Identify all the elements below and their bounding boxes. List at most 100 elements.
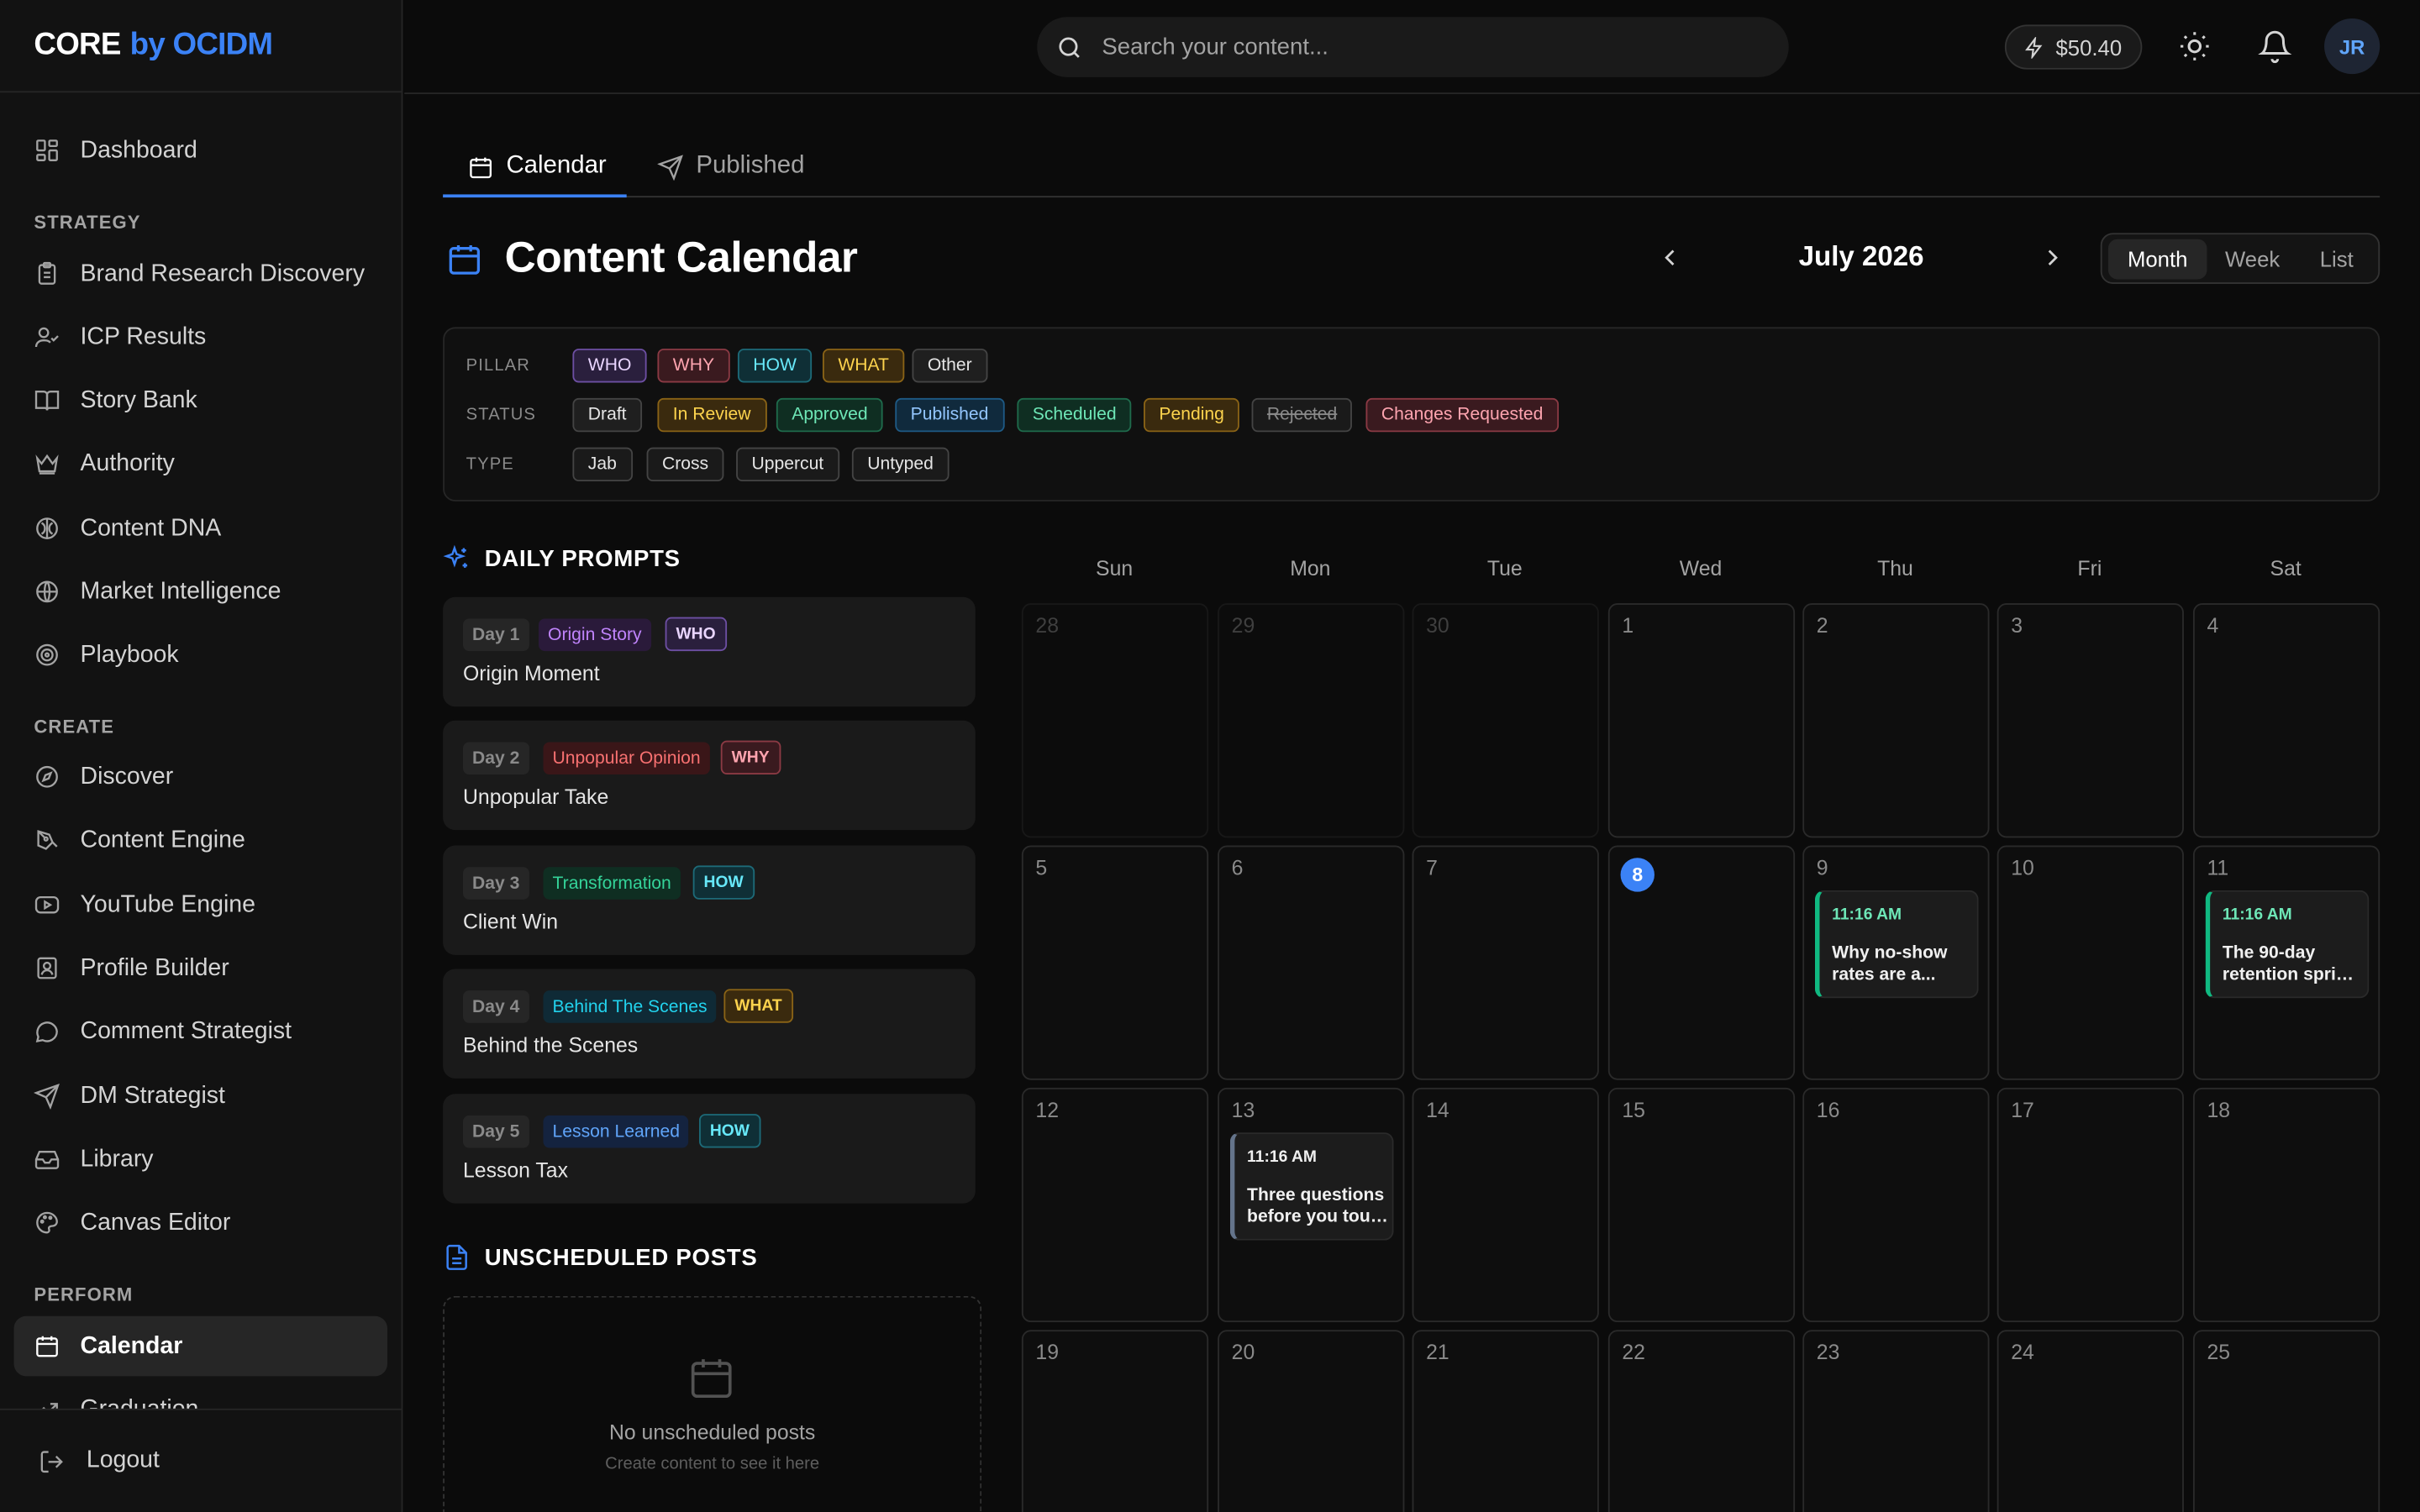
calendar-day-cell[interactable]: 18 — [2192, 1087, 2381, 1323]
calendar-event[interactable]: 11:16 AM Three questions before you touc.… — [1229, 1132, 1394, 1241]
day-number: 7 — [1426, 856, 1438, 879]
sun-icon[interactable] — [2178, 29, 2212, 63]
sidebar-item-dashboard[interactable]: Dashboard — [14, 120, 387, 181]
calendar-day-cell[interactable]: 13 11:16 AM Three questions before you to… — [1218, 1087, 1405, 1323]
filter-type-uppercut[interactable]: Uppercut — [736, 447, 839, 482]
calendar-day-cell[interactable]: 17 — [1996, 1087, 2184, 1323]
filter-pillar-why[interactable]: WHY — [657, 349, 730, 383]
chevron-left-icon[interactable] — [1656, 244, 1684, 271]
sidebar-item-content-engine[interactable]: Content Engine — [14, 810, 387, 870]
filter-type-cross[interactable]: Cross — [646, 447, 724, 482]
view-month-button[interactable]: Month — [2107, 239, 2207, 280]
calendar-day-cell[interactable]: 29 — [1218, 603, 1405, 838]
view-toggle: Month Week List — [2100, 233, 2381, 284]
calendar-day-cell[interactable]: 7 — [1412, 845, 1599, 1080]
calendar-day-cell[interactable]: 2 — [1802, 603, 1990, 838]
sidebar-item-icp-results[interactable]: ICP Results — [14, 307, 387, 368]
calendar-icon — [449, 245, 481, 275]
sidebar-item-graduation[interactable]: Graduation — [14, 1379, 387, 1409]
prompt-card[interactable]: Day 2 Unpopular Opinion WHY Unpopular Ta… — [443, 720, 976, 831]
calendar-day-cell[interactable]: 11 11:16 AM The 90-day retention sprint..… — [2192, 845, 2381, 1080]
daily-prompts-title: DAILY PROMPTS — [484, 546, 681, 573]
sidebar-item-brand-research[interactable]: Brand Research Discovery — [14, 244, 387, 304]
tab-calendar[interactable]: Calendar — [468, 136, 607, 197]
target-icon — [36, 643, 58, 666]
sidebar-item-library[interactable]: Library — [14, 1129, 387, 1189]
sidebar-item-playbook[interactable]: Playbook — [14, 625, 387, 685]
calendar-day-cell[interactable]: 4 — [2192, 603, 2381, 838]
unscheduled-dropzone[interactable]: No unscheduled posts Create content to s… — [443, 1295, 982, 1512]
chevron-right-icon[interactable] — [2039, 244, 2066, 271]
search-input[interactable]: Search your content... — [1037, 17, 1789, 77]
prompt-card[interactable]: Day 3 Transformation HOW Client Win — [443, 845, 976, 955]
filter-pillar-how[interactable]: HOW — [737, 349, 813, 383]
calendar-day-cell[interactable]: 25 — [2192, 1330, 2381, 1512]
sidebar-item-market-intelligence[interactable]: Market Intelligence — [14, 562, 387, 622]
calendar-day-cell[interactable]: 22 — [1607, 1330, 1796, 1512]
view-week-button[interactable]: Week — [2210, 239, 2295, 280]
calendar-day-cell[interactable]: 21 — [1412, 1330, 1599, 1512]
filter-status-rejected[interactable]: Rejected — [1251, 397, 1353, 433]
prompt-tag: Unpopular Opinion — [543, 742, 710, 775]
filter-status-published[interactable]: Published — [895, 397, 1004, 433]
sidebar-item-profile-builder[interactable]: Profile Builder — [14, 938, 387, 999]
calendar-day-cell[interactable]: 3 — [1996, 603, 2184, 838]
filter-status-scheduled[interactable]: Scheduled — [1017, 397, 1132, 433]
filter-pillar-other[interactable]: Other — [912, 349, 988, 383]
sidebar-item-comment-strategist[interactable]: Comment Strategist — [14, 1001, 387, 1062]
sidebar-item-story-bank[interactable]: Story Bank — [14, 370, 387, 431]
sidebar-item-canvas-editor[interactable]: Canvas Editor — [14, 1193, 387, 1253]
calendar-day-cell[interactable]: 16 — [1802, 1087, 1990, 1323]
filter-pillar-who[interactable]: WHO — [572, 349, 647, 383]
sidebar-item-calendar[interactable]: Calendar — [13, 1315, 388, 1377]
calendar-day-cell[interactable]: 1 — [1607, 603, 1796, 838]
prompt-card[interactable]: Day 1 Origin Story WHO Origin Moment — [443, 596, 976, 707]
calendar-day-cell-today[interactable]: 8 — [1607, 845, 1796, 1080]
calendar-day-cell[interactable]: 9 11:16 AM Why no-show rates are a... — [1802, 845, 1990, 1080]
calendar-day-cell[interactable]: 28 — [1021, 603, 1209, 838]
filter-status-in-review[interactable]: In Review — [657, 397, 766, 433]
day-number: 16 — [1816, 1098, 1840, 1122]
unscheduled-empty: No unscheduled posts — [608, 1420, 816, 1445]
filter-pillar-what[interactable]: WHAT — [822, 349, 905, 383]
prompt-card[interactable]: Day 4 Behind The Scenes WHAT Behind the … — [443, 969, 976, 1079]
calendar-day-cell[interactable]: 23 — [1802, 1330, 1990, 1512]
day-number: 14 — [1426, 1098, 1449, 1122]
sidebar-item-label: Brand Research Discovery — [80, 260, 366, 286]
app-logo[interactable]: CORE by OCIDM — [0, 0, 402, 93]
sidebar-item-authority[interactable]: Authority — [14, 433, 387, 494]
sidebar-item-discover[interactable]: Discover — [14, 747, 387, 807]
filter-type-untyped[interactable]: Untyped — [851, 447, 950, 482]
filter-status-approved[interactable]: Approved — [776, 397, 884, 433]
calendar-day-cell[interactable]: 5 — [1021, 845, 1209, 1080]
sidebar-nav[interactable]: Dashboard STRATEGY Brand Research Discov… — [0, 94, 402, 1409]
calendar-day-cell[interactable]: 24 — [1996, 1330, 2184, 1512]
day-number: 29 — [1231, 614, 1255, 638]
calendar-day-cell[interactable]: 19 — [1021, 1330, 1209, 1512]
calendar-day-cell[interactable]: 20 — [1218, 1330, 1405, 1512]
avatar[interactable]: JR — [2324, 18, 2381, 75]
filter-status-pending[interactable]: Pending — [1143, 397, 1240, 433]
calendar-day-cell[interactable]: 14 — [1412, 1087, 1599, 1323]
calendar-event[interactable]: 11:16 AM The 90-day retention sprint... — [2205, 890, 2370, 999]
sidebar-item-content-dna[interactable]: Content DNA — [14, 498, 387, 559]
calendar-day-cell[interactable]: 15 — [1607, 1087, 1796, 1323]
sidebar-item-dm-strategist[interactable]: DM Strategist — [14, 1066, 387, 1126]
sidebar-item-youtube-engine[interactable]: YouTube Engine — [14, 874, 387, 935]
sidebar-section-strategy: STRATEGY — [34, 211, 141, 234]
filter-status-changes-requested[interactable]: Changes Requested — [1365, 397, 1559, 433]
calendar-day-cell[interactable]: 10 — [1996, 845, 2184, 1080]
bell-icon[interactable] — [2258, 29, 2292, 64]
day-number: 22 — [1622, 1341, 1645, 1364]
tab-published[interactable]: Published — [657, 136, 804, 197]
credits-badge[interactable]: $50.40 — [2004, 24, 2143, 70]
calendar-day-cell[interactable]: 6 — [1218, 845, 1405, 1080]
calendar-day-cell[interactable]: 12 — [1021, 1087, 1209, 1323]
calendar-day-cell[interactable]: 30 — [1412, 603, 1599, 838]
prompt-card[interactable]: Day 5 Lesson Learned HOW Lesson Tax — [443, 1094, 976, 1204]
filter-status-draft[interactable]: Draft — [572, 397, 642, 433]
logout-button[interactable]: Logout — [0, 1408, 402, 1512]
calendar-event[interactable]: 11:16 AM Why no-show rates are a... — [1814, 890, 1979, 999]
view-list-button[interactable]: List — [2300, 239, 2374, 280]
filter-type-jab[interactable]: Jab — [572, 447, 633, 482]
